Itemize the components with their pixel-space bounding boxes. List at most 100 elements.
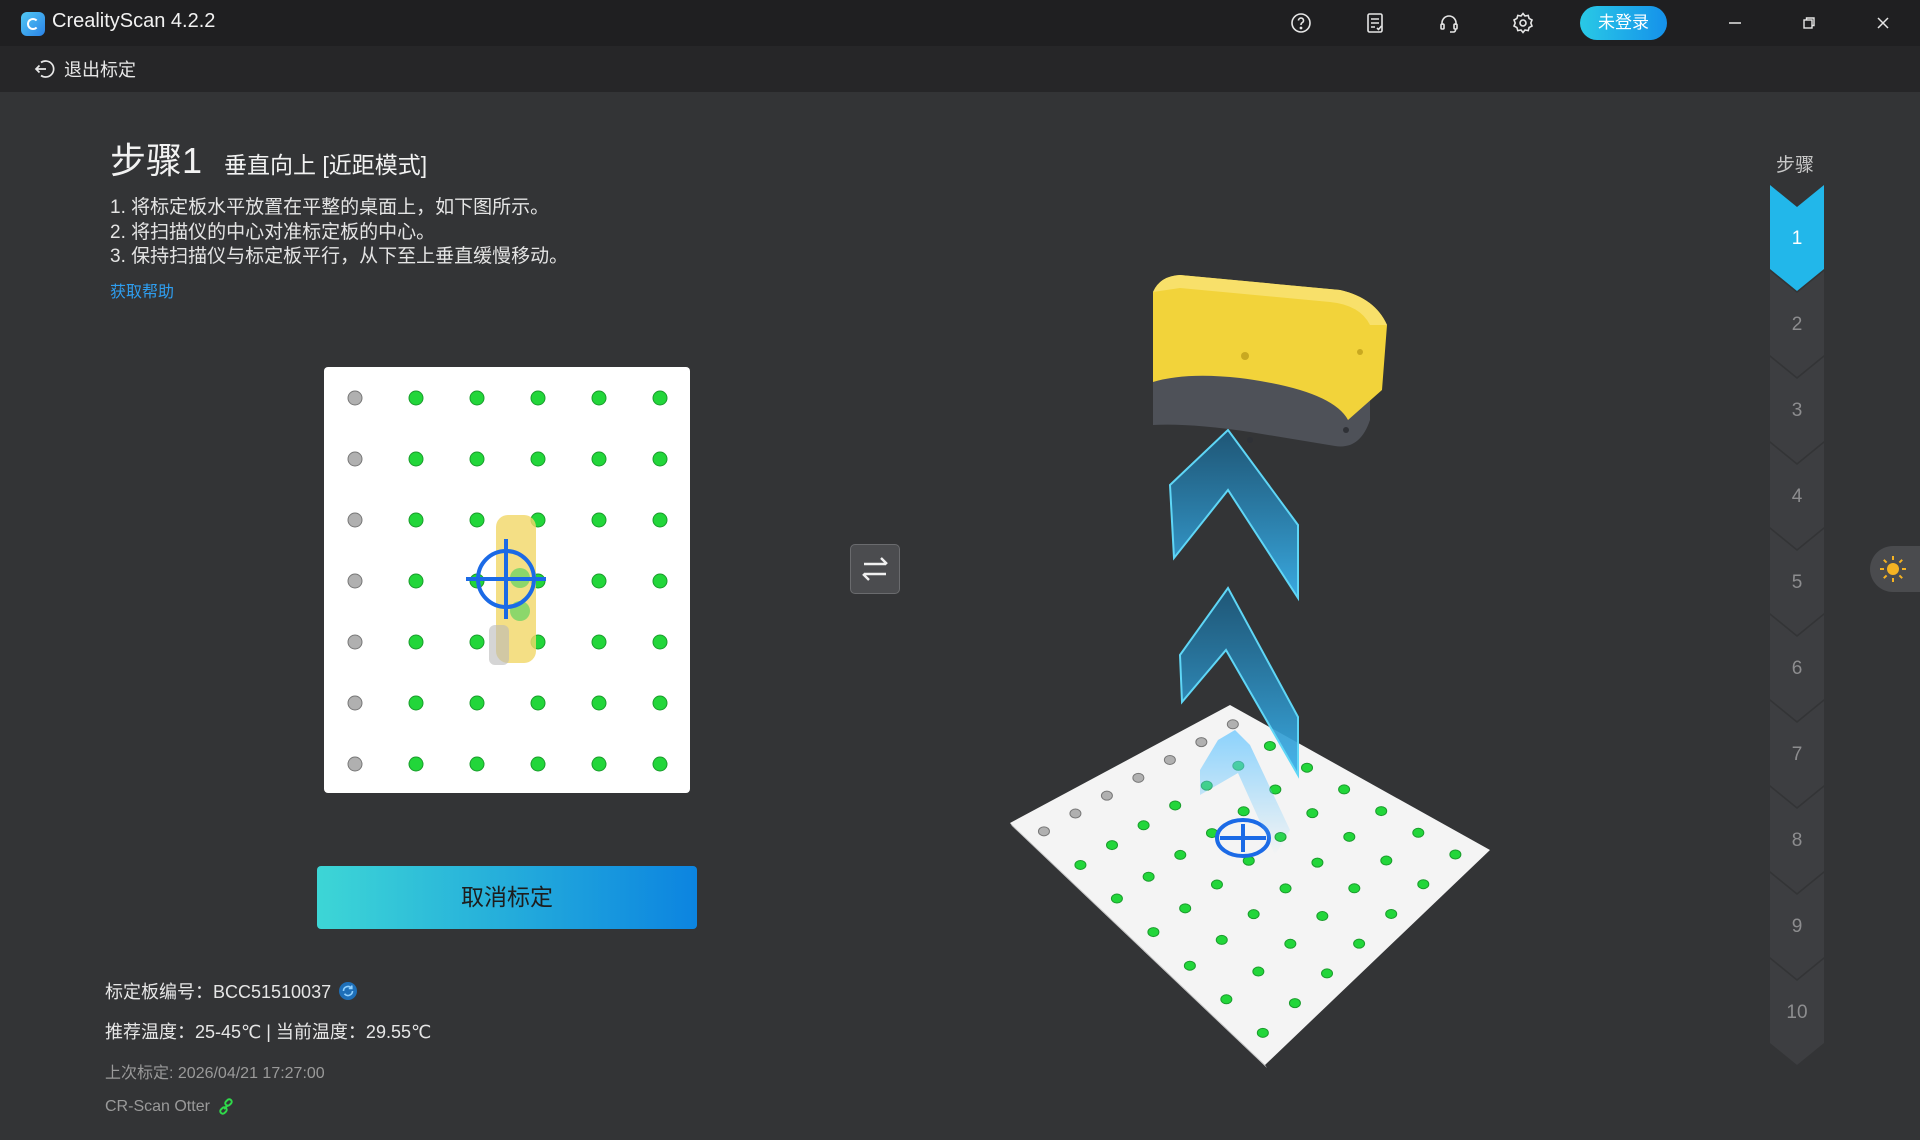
help-icon[interactable] — [1289, 11, 1313, 35]
step-item-8: 8 — [1791, 830, 1803, 851]
step-item-1: 1 — [1791, 228, 1803, 249]
app-logo-icon — [21, 12, 45, 36]
calibration-dot-3d — [1417, 879, 1430, 890]
calibration-dot — [652, 451, 668, 467]
exit-calibration-button[interactable]: 退出标定 — [32, 56, 136, 82]
login-button[interactable]: 未登录 — [1580, 6, 1667, 40]
calibration-dot — [469, 695, 485, 711]
calibration-dot — [591, 512, 607, 528]
close-icon[interactable] — [1871, 11, 1895, 35]
calibration-dot — [347, 695, 363, 711]
calibration-dot-3d — [1226, 719, 1239, 730]
link-icon — [219, 1098, 233, 1115]
steps-panel-title: 步骤 — [1776, 155, 1815, 176]
calibration-dot — [652, 756, 668, 772]
headset-icon[interactable] — [1437, 11, 1461, 35]
step-heading: 步骤1 垂直向上 [近距模式] — [110, 132, 427, 184]
temperature-row: 推荐温度：25-45℃ | 当前温度：29.55℃ — [105, 1022, 432, 1042]
calibration-dot — [347, 451, 363, 467]
brightness-button[interactable] — [1870, 546, 1920, 592]
settings-icon[interactable] — [1511, 11, 1535, 35]
scanner-top-view — [489, 515, 536, 665]
calibration-dot — [469, 512, 485, 528]
calibration-dot-3d — [1237, 806, 1250, 817]
calibration-dot-3d — [1137, 820, 1150, 831]
calibration-dot — [469, 390, 485, 406]
calibration-dot-3d — [1348, 883, 1361, 894]
calibration-dot — [347, 634, 363, 650]
notes-icon[interactable] — [1363, 11, 1387, 35]
calibration-dot-3d — [1163, 754, 1176, 765]
step-subtitle: 垂直向上 [近距模式] — [224, 152, 428, 178]
swap-view-button[interactable] — [850, 544, 900, 594]
exit-calibration-label: 退出标定 — [64, 60, 136, 80]
help-link[interactable]: 获取帮助 — [110, 278, 174, 302]
calibration-dot — [652, 573, 668, 589]
last-calibration-row: 上次标定: 2026/04/21 17:27:00 — [105, 1065, 325, 1082]
calibration-dot-3d — [1375, 806, 1388, 817]
minimize-icon[interactable] — [1723, 11, 1747, 35]
calibration-dot — [530, 756, 546, 772]
step-item-5: 5 — [1791, 572, 1803, 593]
title-bar: CrealityScan 4.2.2 未登录 — [0, 0, 1920, 46]
device-row: CR-Scan Otter — [105, 1097, 236, 1117]
calibration-dot — [591, 634, 607, 650]
calibration-dot — [591, 451, 607, 467]
restore-icon[interactable] — [1797, 11, 1821, 35]
step-number: 步骤1 — [110, 140, 203, 181]
app-title: CrealityScan 4.2.2 — [52, 10, 216, 32]
calibration-dot-3d — [1385, 908, 1398, 919]
back-arrow-icon — [34, 60, 55, 78]
calibration-board-2d — [324, 367, 690, 793]
calibration-dot — [347, 756, 363, 772]
calibration-dot — [652, 634, 668, 650]
calibration-dot — [591, 573, 607, 589]
target-crosshair-3d-icon — [1215, 818, 1271, 858]
calibration-dot-3d — [1449, 849, 1462, 860]
calibration-dot — [408, 756, 424, 772]
calibration-dot-3d — [1142, 871, 1155, 882]
instruction-line: 3. 保持扫描仪与标定板平行，从下至上垂直缓慢移动。 — [110, 246, 569, 267]
calibration-dot-3d — [1380, 855, 1393, 866]
calibration-dot-3d — [1247, 909, 1260, 920]
step-item-2: 2 — [1791, 314, 1803, 335]
calibration-dot-3d — [1284, 938, 1297, 949]
calibration-dot-3d — [1338, 784, 1351, 795]
calibration-dot-3d — [1263, 740, 1276, 751]
calibration-dot — [530, 390, 546, 406]
calibration-dot-3d — [1301, 762, 1314, 773]
refresh-icon[interactable] — [337, 980, 359, 1002]
step-item-10: 10 — [1786, 1002, 1808, 1023]
calibration-dot — [530, 695, 546, 711]
calibration-dot-3d — [1100, 790, 1113, 801]
swap-icon — [862, 557, 888, 581]
calibration-dot-3d — [1353, 938, 1366, 949]
calibration-dot — [652, 512, 668, 528]
steps-panel: 1 2 3 4 5 6 7 8 9 10 — [1770, 185, 1824, 1065]
step-item-4: 4 — [1791, 486, 1803, 507]
step-item-9: 9 — [1791, 916, 1803, 937]
device-name: CR-Scan Otter — [105, 1098, 210, 1115]
calibration-dot — [530, 451, 546, 467]
calibration-dot-3d — [1069, 808, 1082, 819]
calibration-dot-3d — [1343, 831, 1356, 842]
board-id-text: 标定板编号：BCC51510037 — [105, 982, 332, 1002]
calibration-dot — [408, 390, 424, 406]
calibration-dot — [408, 451, 424, 467]
calibration-dot-3d — [1306, 808, 1319, 819]
calibration-dot-3d — [1195, 737, 1208, 748]
calibration-dot-3d — [1106, 840, 1119, 851]
calibration-dot-3d — [1311, 857, 1324, 868]
calibration-dot-3d — [1074, 859, 1087, 870]
sub-toolbar: 退出标定 — [0, 46, 1920, 92]
calibration-dot — [652, 695, 668, 711]
calibration-dot-3d — [1252, 966, 1265, 977]
calibration-dot-3d — [1174, 849, 1187, 860]
step-item-6: 6 — [1791, 658, 1803, 679]
cancel-calibration-button[interactable]: 取消标定 — [317, 866, 697, 929]
instruction-line: 1. 将标定板水平放置在平整的桌面上，如下图所示。 — [110, 197, 550, 218]
calibration-dot — [652, 390, 668, 406]
calibration-dot — [347, 512, 363, 528]
calibration-dot-3d — [1210, 879, 1223, 890]
calibration-dot — [347, 573, 363, 589]
